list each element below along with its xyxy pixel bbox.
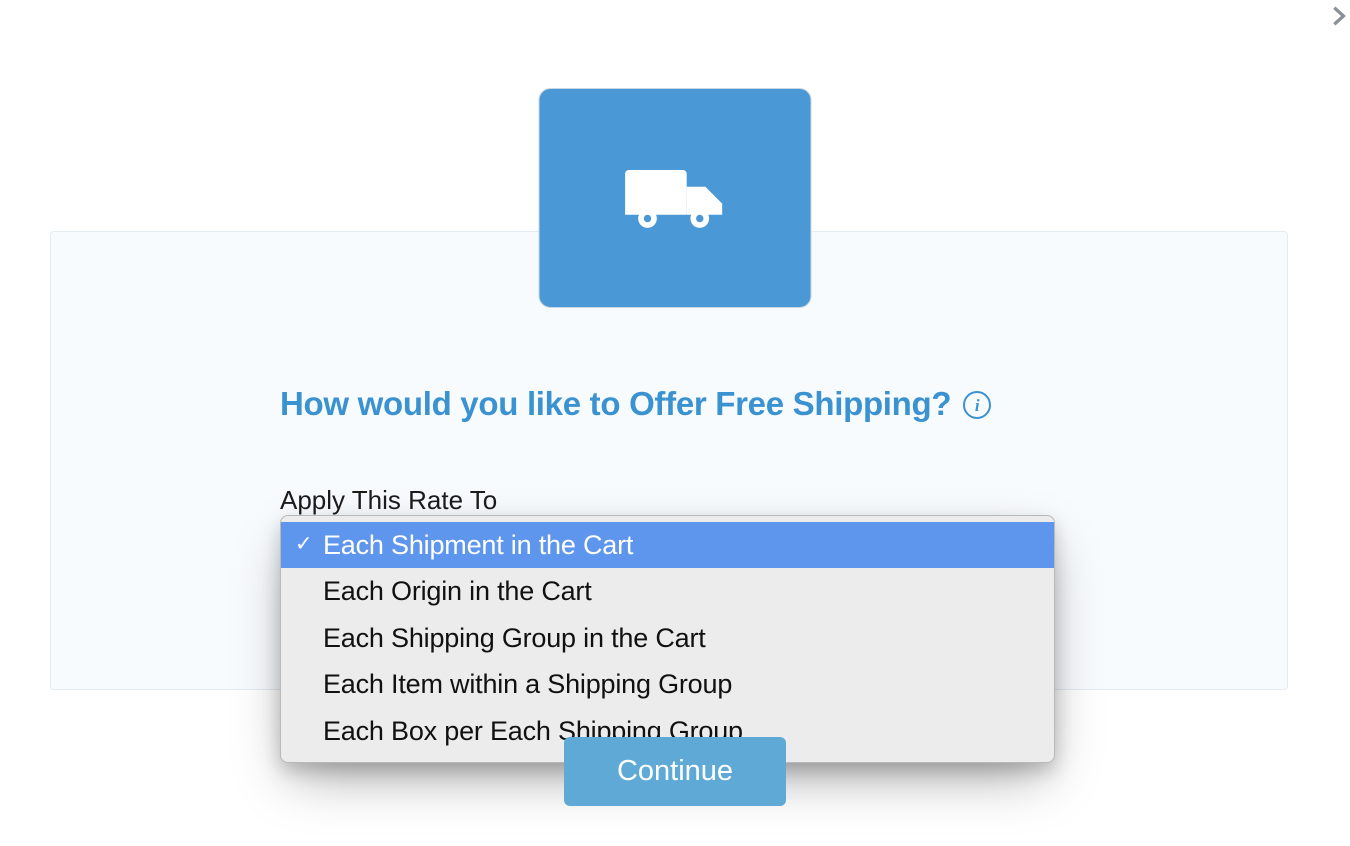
wizard-heading: How would you like to Offer Free Shippin… [280, 385, 951, 423]
apply-rate-option-0[interactable]: ✓ Each Shipment in the Cart [281, 522, 1054, 568]
chevron-right-icon [1327, 0, 1349, 32]
apply-rate-option-2[interactable]: ✓ Each Shipping Group in the Cart [281, 615, 1054, 661]
apply-rate-dropdown[interactable]: ✓ Each Shipment in the Cart ✓ Each Origi… [280, 515, 1055, 763]
apply-rate-label: Apply This Rate To [280, 485, 1070, 516]
apply-rate-option-1[interactable]: ✓ Each Origin in the Cart [281, 568, 1054, 614]
next-arrow[interactable] [1322, 0, 1350, 32]
truck-icon [619, 158, 731, 238]
heading-row: How would you like to Offer Free Shippin… [280, 385, 1070, 423]
option-label: Each Shipment in the Cart [323, 530, 633, 560]
option-label: Each Origin in the Cart [323, 576, 592, 606]
apply-rate-option-3[interactable]: ✓ Each Item within a Shipping Group [281, 661, 1054, 707]
check-icon: ✓ [295, 530, 312, 558]
option-label: Each Shipping Group in the Cart [323, 623, 706, 653]
shipping-icon-tile [539, 88, 812, 308]
info-icon[interactable]: i [963, 391, 991, 419]
continue-button[interactable]: Continue [564, 737, 786, 806]
option-label: Each Item within a Shipping Group [323, 669, 732, 699]
wizard-content: How would you like to Offer Free Shippin… [280, 385, 1070, 516]
